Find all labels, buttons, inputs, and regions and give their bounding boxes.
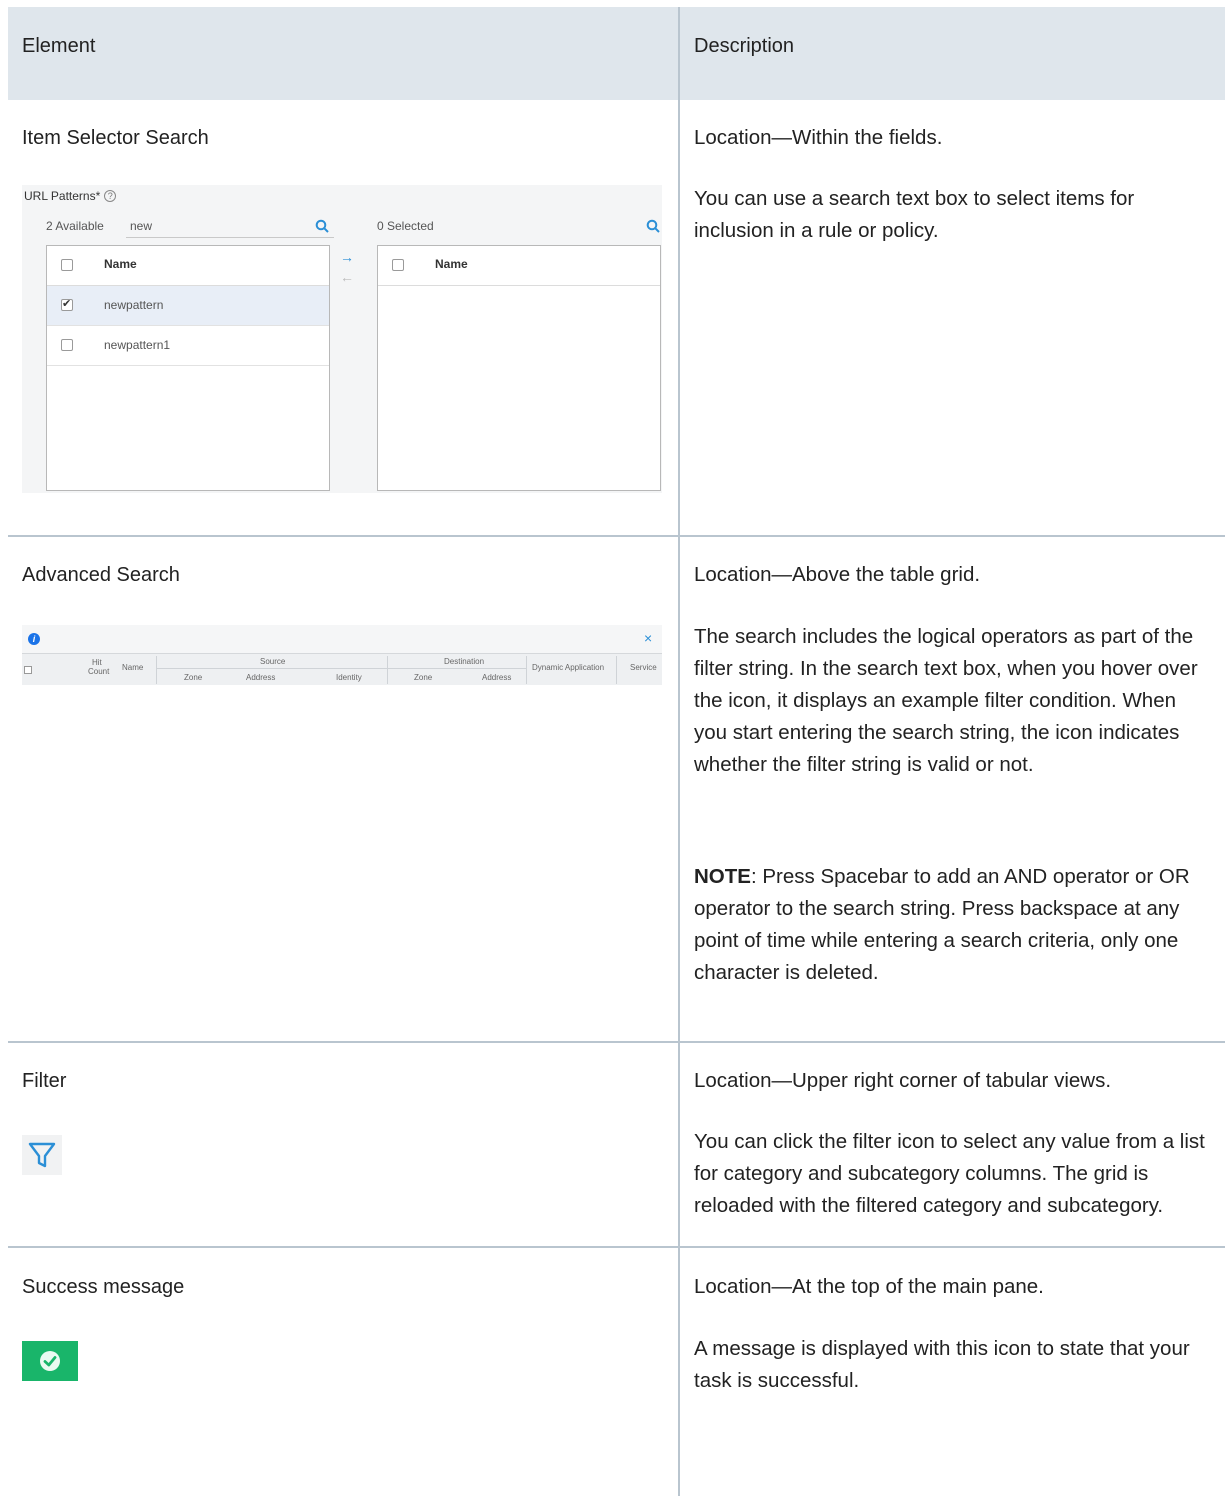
advanced-search-screenshot: i × Hit Count Name Source Destination Dy…	[22, 625, 662, 685]
close-icon[interactable]: ×	[644, 630, 652, 646]
help-icon[interactable]: ?	[104, 190, 117, 202]
available-count: 2 Available	[46, 219, 104, 233]
table-header-row: Element Description	[8, 7, 1225, 100]
row-divider	[8, 1246, 1225, 1248]
location-text: Location—Upper right corner of tabular v…	[694, 1069, 1112, 1092]
available-list-header: Name	[47, 246, 329, 286]
location-text: Location—At the top of the main pane.	[694, 1275, 1044, 1298]
selected-list-header: Name	[378, 246, 660, 286]
column-destination-address[interactable]: Address	[482, 673, 511, 682]
info-icon[interactable]: i	[28, 633, 40, 645]
description-text: You can use a search text box to select …	[694, 187, 1135, 242]
item-name: newpattern	[104, 298, 164, 312]
element-name: Success message	[22, 1276, 185, 1298]
selected-list: Name	[377, 245, 661, 491]
item-checkbox[interactable]	[61, 339, 73, 351]
search-icon[interactable]	[646, 219, 660, 233]
selected-count: 0 Selected	[377, 219, 434, 233]
column-hit-count: Hit	[92, 658, 102, 667]
move-right-arrow-icon[interactable]: →	[340, 249, 354, 265]
element-description-table: Element Description Item Selector Search…	[8, 7, 1225, 1496]
column-hit-count: Count	[88, 667, 110, 676]
column-source[interactable]: Source	[260, 657, 285, 666]
column-service[interactable]: Service	[630, 663, 657, 672]
description-text: You can click the filter icon to select …	[694, 1130, 1205, 1217]
select-all-checkbox[interactable]	[61, 259, 73, 271]
location-text: Location—Above the table grid.	[694, 563, 981, 586]
item-name: newpattern1	[104, 338, 171, 352]
column-destination[interactable]: Destination	[444, 657, 484, 666]
search-icon[interactable]	[315, 219, 329, 233]
element-name: Item Selector Search	[22, 127, 209, 149]
description-text: The search includes the logical operator…	[694, 625, 1198, 776]
column-dynamic-application[interactable]: Dynamic Application	[532, 663, 604, 672]
list-item[interactable]: newpattern	[47, 286, 329, 326]
column-name[interactable]: Name	[122, 663, 143, 672]
available-search-input[interactable]: new	[130, 219, 152, 233]
location-text: Location—Within the fields.	[694, 126, 943, 149]
row-divider	[8, 1041, 1225, 1043]
grid-header: Hit Count Name Source Destination Dynami…	[22, 653, 662, 685]
filter-icon[interactable]	[22, 1135, 62, 1175]
column-source-identity[interactable]: Identity	[336, 673, 362, 682]
check-circle-icon	[22, 1341, 78, 1381]
search-underline	[126, 237, 334, 238]
note-label: NOTE	[694, 865, 751, 888]
column-name: Name	[435, 257, 468, 271]
select-all-checkbox[interactable]	[392, 259, 404, 271]
column-name: Name	[104, 257, 137, 271]
header-element: Element	[22, 35, 96, 57]
column-destination-zone[interactable]: Zone	[414, 673, 432, 682]
header-description: Description	[694, 35, 795, 57]
advanced-search-bar: i ×	[22, 625, 662, 653]
move-left-arrow-icon[interactable]: ←	[340, 269, 354, 285]
note-text: NOTE: Press Spacebar to add an AND opera…	[694, 865, 1190, 984]
select-all-checkbox[interactable]	[24, 666, 32, 674]
available-list: Name newpattern newpattern1	[46, 245, 330, 491]
description-text: A message is displayed with this icon to…	[694, 1337, 1190, 1392]
url-patterns-label: URL Patterns*	[24, 189, 101, 203]
item-selector-screenshot: URL Patterns*? 2 Available new Name newp…	[22, 185, 662, 493]
row-divider	[8, 535, 1225, 537]
column-source-address[interactable]: Address	[246, 673, 275, 682]
list-item[interactable]: newpattern1	[47, 326, 329, 366]
element-name: Filter	[22, 1070, 67, 1092]
column-divider	[678, 7, 680, 1496]
column-source-zone[interactable]: Zone	[184, 673, 202, 682]
item-checkbox[interactable]	[61, 297, 73, 311]
element-name: Advanced Search	[22, 564, 180, 586]
